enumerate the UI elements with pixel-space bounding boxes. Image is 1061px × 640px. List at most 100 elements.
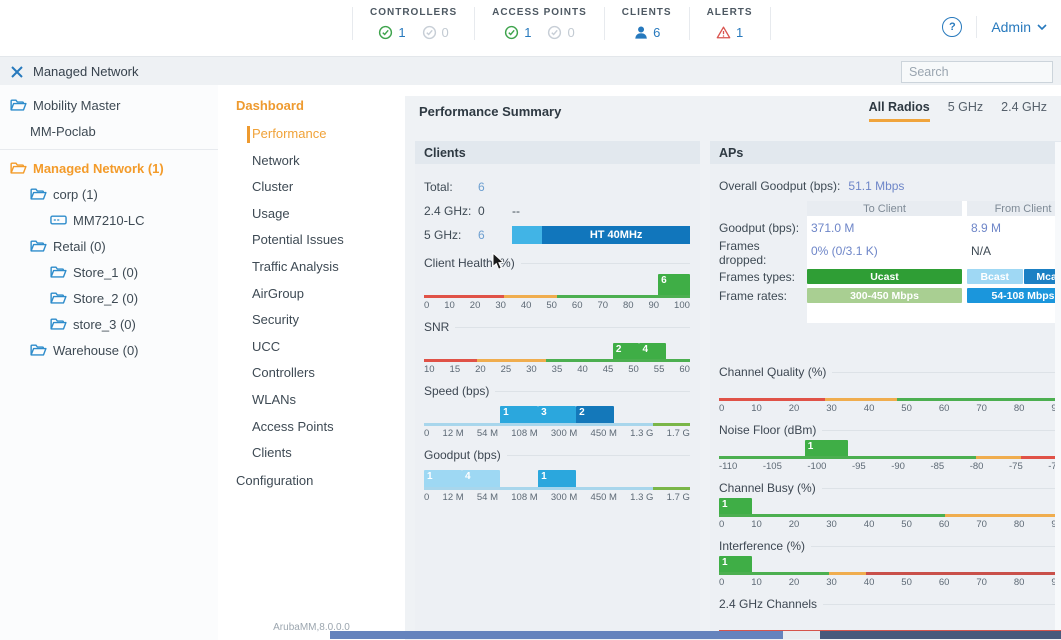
tree-item-label: MM-Poclab (30, 124, 96, 139)
stat-item: 0 (547, 25, 574, 40)
stat-item: 1 (504, 25, 531, 40)
histogram-goodputbps: Goodput (bps)141012 M54 M108 M300 M450 M… (424, 448, 690, 503)
axis-tick: 50 (901, 403, 912, 414)
horizontal-scrollbar[interactable] (330, 631, 1061, 639)
clients-summary-row: Total:6 (424, 175, 690, 199)
stat-value: 1 (524, 25, 531, 40)
aps-table: To ClientFrom ClientGoodput (bps):371.0 … (719, 201, 1061, 323)
bar-count-label: 4 (642, 344, 648, 355)
tree-item[interactable]: corp (1) (0, 181, 218, 207)
axis-line (719, 398, 1061, 401)
chart-bar: 3 (538, 406, 576, 423)
nav-item-clients[interactable]: Clients (218, 440, 405, 467)
nav-item-usage[interactable]: Usage (218, 201, 405, 228)
axis-tick: 90 (649, 300, 660, 311)
axis-tick: 450 M (591, 492, 617, 503)
search-box[interactable] (901, 61, 1053, 83)
tree-item[interactable]: Store_1 (0) (0, 259, 218, 285)
help-icon[interactable]: ? (942, 17, 962, 37)
chart-plot (719, 614, 1061, 630)
nav-item-performance[interactable]: Performance (218, 121, 405, 148)
chart-title: Goodput (bps) (424, 448, 690, 462)
value-to-client: 371.0 M (807, 216, 962, 239)
tree-item[interactable]: MM7210-LC (0, 207, 218, 233)
tree-item[interactable]: Store_2 (0) (0, 285, 218, 311)
stat-group-controllers[interactable]: CONTROLLERS10 (352, 7, 475, 40)
axis-line (424, 295, 690, 298)
chart-bar: 4 (639, 343, 666, 359)
axis-tick: 20 (789, 577, 800, 588)
axis-tick: 70 (976, 577, 987, 588)
stat-group-access-points[interactable]: ACCESS POINTS 1 0 (475, 7, 605, 40)
axis-ticks: -110-105-100-95-90-85-80-75-70 (719, 461, 1061, 472)
nav-item-network[interactable]: Network (218, 148, 405, 175)
tree-item-label: Store_2 (0) (73, 291, 138, 306)
chart-title-text: Goodput (bps) (424, 448, 501, 462)
chart-title-text: Channel Busy (%) (719, 481, 816, 495)
axis-tick: 70 (976, 519, 987, 530)
nav-item-access-points[interactable]: Access Points (218, 414, 405, 441)
tree-item[interactable]: Retail (0) (0, 233, 218, 259)
tree-divider (0, 149, 218, 150)
nav-section-dashboard[interactable]: Dashboard (218, 98, 405, 113)
search-input[interactable] (902, 65, 1061, 79)
stat-label: ACCESS POINTS (492, 7, 587, 18)
chart-bar: 2 (576, 406, 614, 423)
user-menu[interactable]: Admin (991, 19, 1047, 35)
nav-item-security[interactable]: Security (218, 307, 405, 334)
axis-line (719, 514, 1061, 517)
tab-2-4-ghz[interactable]: 2.4 GHz (1001, 100, 1047, 122)
tree-item[interactable]: MM-Poclab (0, 118, 218, 144)
col-header-from-client: From Client (967, 201, 1061, 216)
nav-item-controllers[interactable]: Controllers (218, 360, 405, 387)
aps-table-row: Frames types:UcastBcastMcast (719, 267, 1061, 286)
nav-section-configuration[interactable]: Configuration (218, 467, 405, 494)
chart-plot: 141 (424, 465, 690, 487)
axis-tick: 0 (719, 577, 724, 588)
tree-item[interactable]: store_3 (0) (0, 311, 218, 337)
axis-tick: 450 M (591, 428, 617, 439)
row-label: Frames dropped: (719, 239, 807, 267)
axis-tick: 50 (628, 364, 639, 375)
stat-group-clients[interactable]: CLIENTS6 (605, 7, 690, 40)
chart-plot: 1 (719, 556, 1061, 572)
chart-title-text: Speed (bps) (424, 384, 489, 398)
col-header-to-client: To Client (807, 201, 962, 216)
chart-title-text: Channel Quality (%) (719, 365, 826, 379)
chart-bar: 1 (538, 470, 576, 487)
chart-plot: 132 (424, 401, 690, 423)
aps-panel: APs Overall Goodput (bps): 51.1 Mbps To … (710, 141, 1061, 639)
frame-bar-bcast: Bcast (967, 269, 1023, 284)
axis-tick: -110 (719, 461, 737, 472)
tab-5-ghz[interactable]: 5 GHz (948, 100, 983, 122)
network-selector-label[interactable]: Managed Network (33, 64, 139, 79)
axis-tick: 108 M (511, 428, 537, 439)
chart-plot: 1 (719, 498, 1061, 514)
tree-item[interactable]: Managed Network (1) (0, 155, 218, 181)
stat-item: 0 (422, 25, 449, 40)
stat-group-alerts[interactable]: ALERTS1 (690, 7, 771, 40)
chart-title-text: Noise Floor (dBm) (719, 423, 816, 437)
tree-item-label: Managed Network (1) (33, 161, 164, 176)
nav-item-wlans[interactable]: WLANs (218, 387, 405, 414)
title-rule (455, 327, 690, 328)
nav-item-ucc[interactable]: UCC (218, 334, 405, 361)
axis-tick: -80 (970, 461, 984, 472)
axis-tick: 54 M (477, 492, 498, 503)
nav-item-traffic-analysis[interactable]: Traffic Analysis (218, 254, 405, 281)
axis-tick: 100 (674, 300, 690, 311)
aps-table-header-row: To Client From Client (719, 201, 1061, 216)
axis-tick: 30 (826, 519, 837, 530)
chart-bar: 1 (719, 556, 752, 572)
tree-item[interactable]: Warehouse (0) (0, 337, 218, 363)
nav-item-cluster[interactable]: Cluster (218, 174, 405, 201)
horizontal-scrollbar-thumb[interactable] (330, 631, 783, 639)
tab-all-radios[interactable]: All Radios (869, 100, 930, 122)
close-icon[interactable] (10, 65, 24, 79)
top-header: CONTROLLERS10 ACCESS POINTS 1 0 CLIENTS6ALER… (0, 0, 1061, 56)
nav-item-potential-issues[interactable]: Potential Issues (218, 227, 405, 254)
title-rule (507, 455, 690, 456)
nav-item-airgroup[interactable]: AirGroup (218, 281, 405, 308)
tree-item[interactable]: Mobility Master (0, 92, 218, 118)
vertical-scrollbar-track[interactable] (1055, 142, 1061, 630)
